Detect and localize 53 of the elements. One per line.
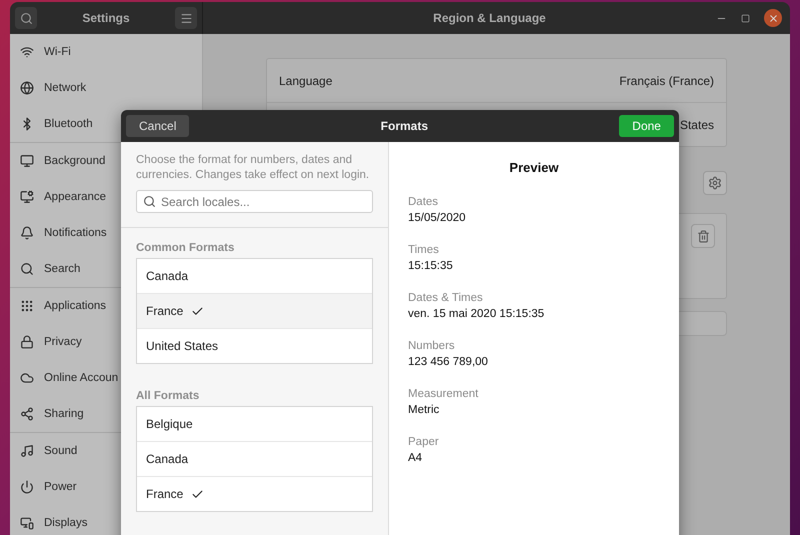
search-icon	[20, 12, 32, 24]
share-icon	[20, 407, 34, 421]
maximize-button[interactable]	[741, 14, 750, 22]
sidebar-item[interactable]: Network	[10, 70, 202, 106]
preview-value: 123 456 789,00	[408, 355, 489, 370]
close-icon	[768, 12, 778, 24]
gear-icon	[708, 176, 722, 190]
globe-icon	[20, 81, 34, 95]
search-button[interactable]	[15, 7, 37, 29]
preview-value: 15:15:35	[408, 259, 454, 274]
monitor-icon	[20, 154, 34, 168]
preview-label: Measurement	[408, 387, 480, 402]
preview-label: Paper	[408, 435, 440, 450]
cloud-icon	[20, 371, 34, 385]
section-heading: Common Formats	[136, 242, 236, 254]
preview-value: A4	[408, 451, 424, 466]
settings-button[interactable]	[703, 171, 727, 195]
row-value[interactable]: Français (France)	[619, 74, 714, 88]
locale-item[interactable]: France	[137, 293, 372, 328]
monitor-icon	[20, 190, 34, 204]
search-field[interactable]: Search locales...	[136, 190, 373, 213]
section-heading: All Formats	[136, 390, 200, 402]
search-icon	[143, 195, 156, 208]
preview-value: 15/05/2020	[408, 211, 467, 226]
menu-icon	[180, 12, 192, 24]
monitor-icon	[20, 516, 34, 530]
grid-icon	[20, 299, 34, 313]
preview-title: Preview	[508, 160, 560, 175]
trash-icon	[696, 230, 710, 242]
bell-icon	[20, 226, 34, 240]
sidebar-item[interactable]: Wi-Fi	[10, 34, 202, 70]
row-label: Language	[279, 74, 332, 88]
maximize-icon	[741, 14, 750, 22]
window-title: Settings	[82, 11, 130, 25]
preview-label: Dates & Times	[408, 291, 484, 306]
power-icon	[20, 480, 34, 494]
wifi-icon	[20, 45, 34, 59]
lock-icon	[20, 335, 34, 349]
delete-button[interactable]	[691, 224, 715, 248]
music-note-icon	[20, 444, 34, 458]
cancel-button[interactable]: Cancel	[126, 115, 190, 137]
page-title: Region & Language	[432, 11, 547, 25]
description-text: Choose the format for numbers, dates and currencies. Changes take effect on next login.	[136, 153, 370, 183]
preview-label: Dates	[408, 195, 440, 210]
menu-button[interactable]	[175, 7, 197, 29]
preview-value: Metric	[408, 403, 440, 418]
close-button[interactable]	[764, 9, 782, 27]
preview-label: Numbers	[408, 339, 456, 354]
search-icon	[20, 262, 34, 276]
preview-label: Times	[408, 243, 440, 258]
preview-value: ven. 15 mai 2020 15:15:35	[408, 307, 546, 322]
dialog-title: Formats	[380, 119, 428, 133]
row-value[interactable]: States	[680, 118, 714, 132]
